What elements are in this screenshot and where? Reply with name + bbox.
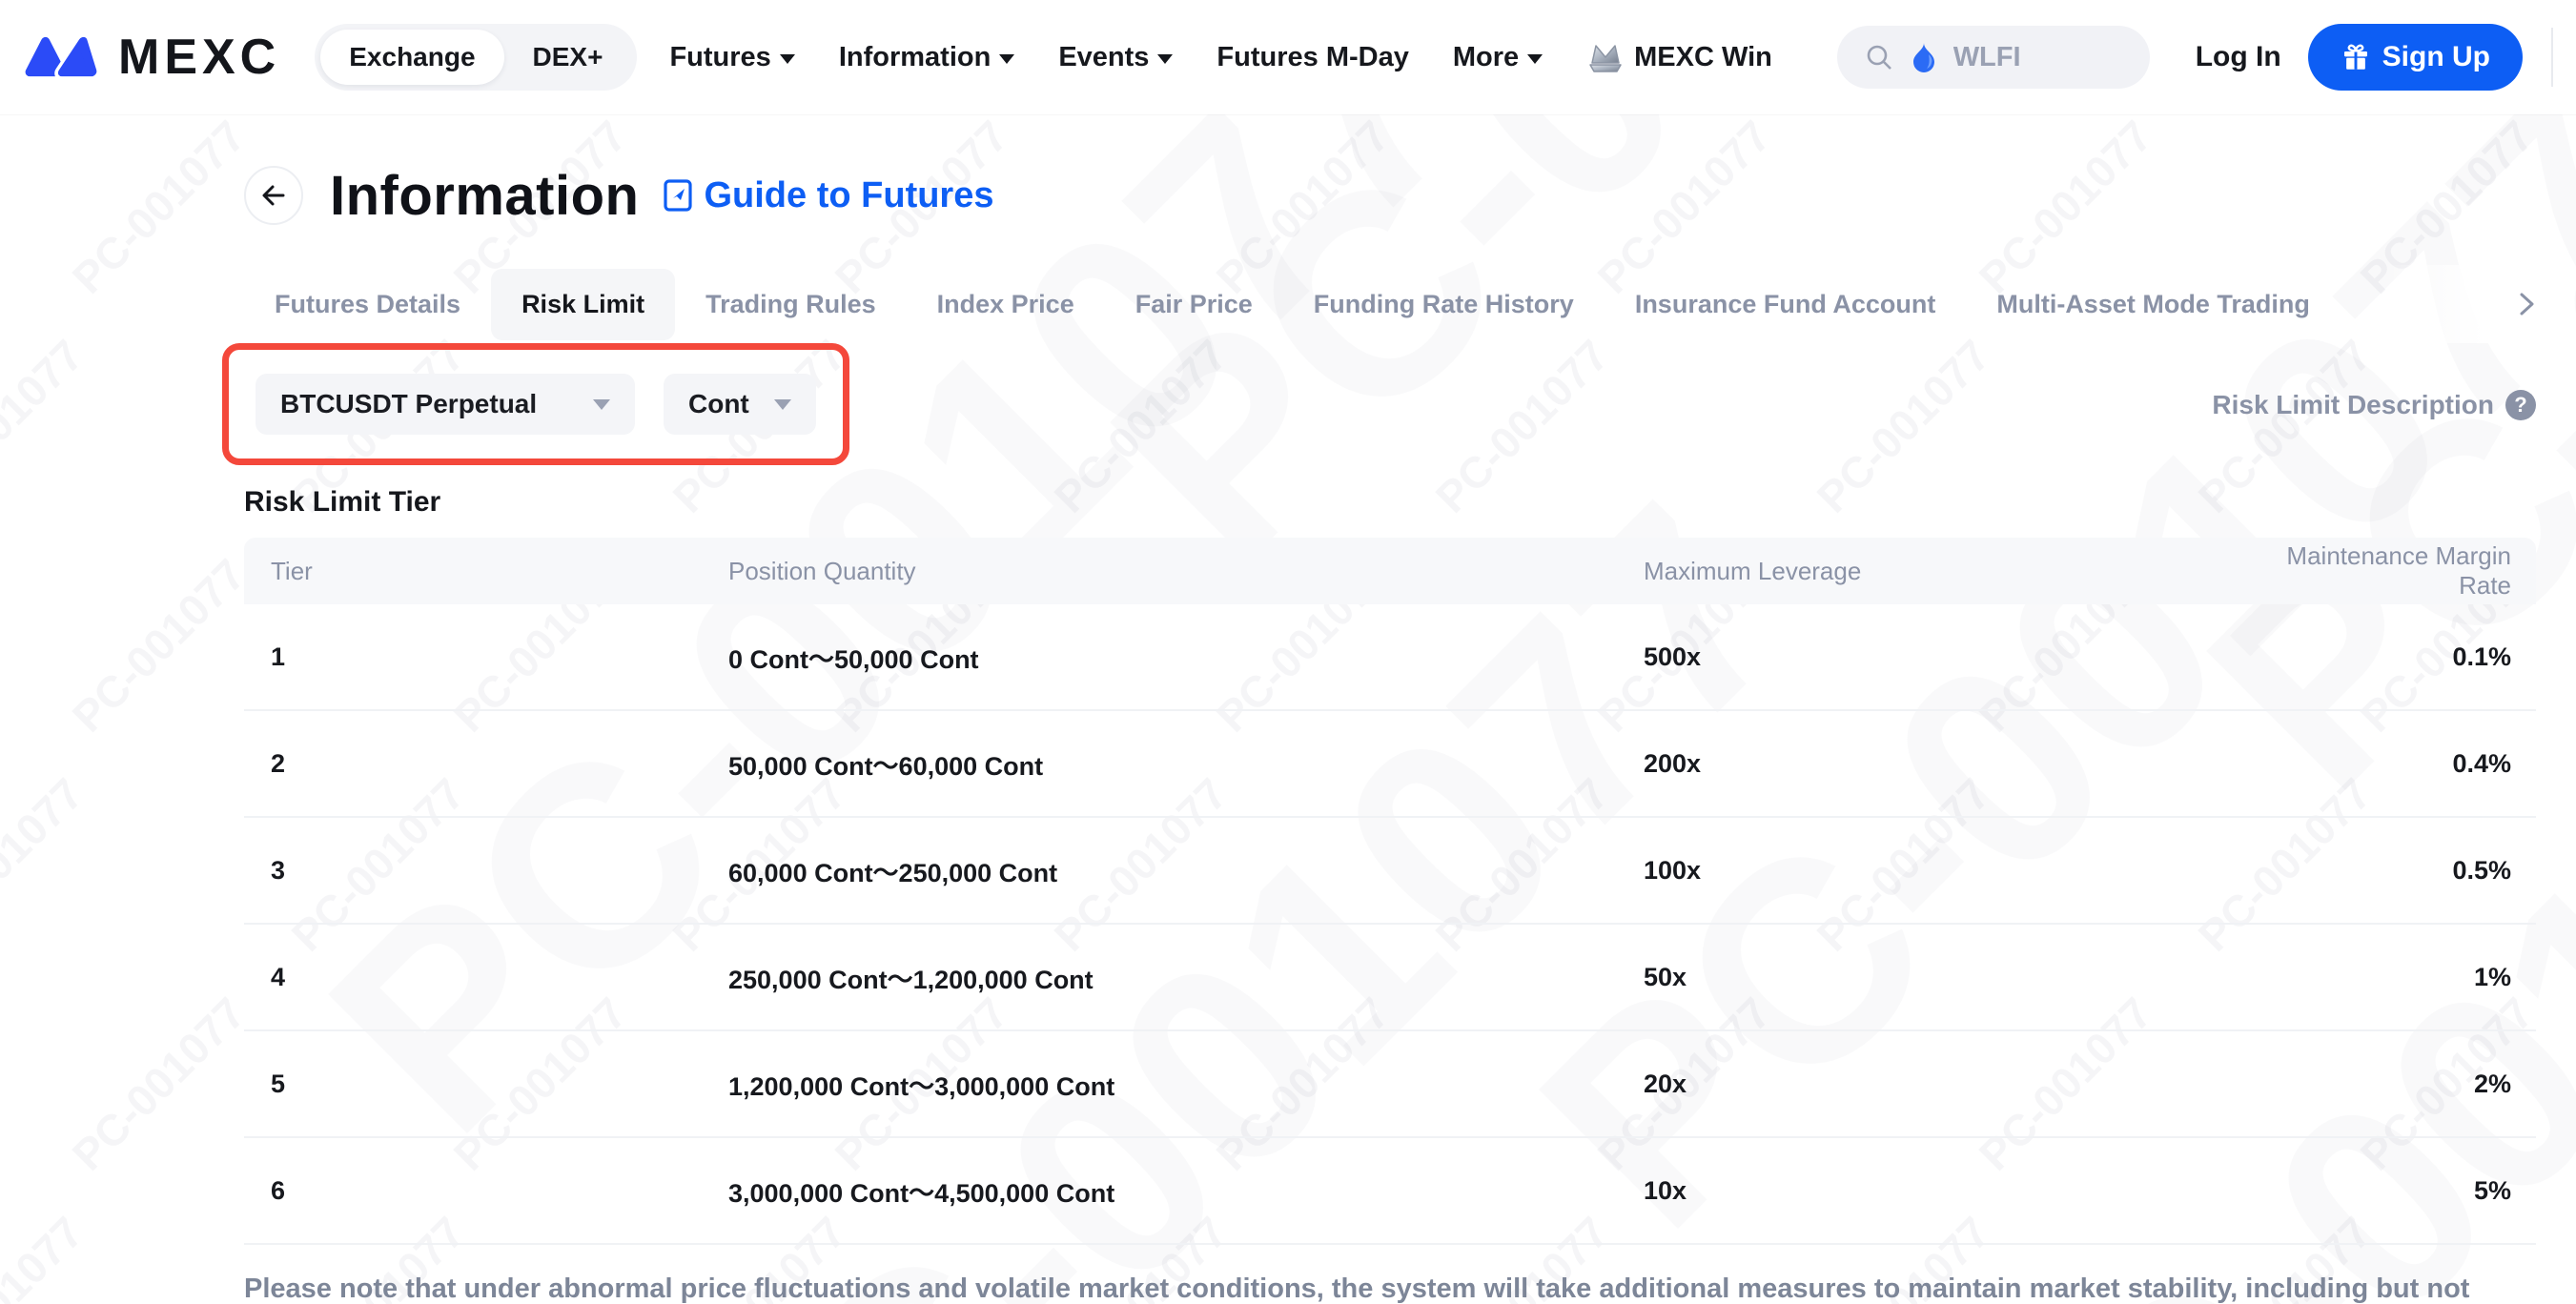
market-stability-note: Please note that under abnormal price fl… — [244, 1273, 2536, 1304]
gift-icon — [2341, 42, 2371, 72]
cell-position-quantity: 0 Cont～50,000 Cont — [728, 639, 1644, 676]
main-nav: Futures Information Events Futures M-Day… — [669, 38, 1771, 76]
cell-maximum-leverage: 10x — [1644, 1176, 2273, 1206]
nav-futures[interactable]: Futures — [669, 42, 794, 73]
cell-tier: 3 — [271, 856, 728, 886]
back-button[interactable] — [244, 166, 303, 225]
column-header-tier: Tier — [271, 557, 728, 586]
mexc-win-badge-icon — [1586, 38, 1625, 76]
nav-information[interactable]: Information — [839, 42, 1015, 73]
column-header-maximum-leverage: Maximum Leverage — [1644, 557, 2273, 586]
table-header-row: Tier Position Quantity Maximum Leverage … — [244, 538, 2536, 604]
chevron-down-icon — [1527, 54, 1543, 64]
page-title: Information — [330, 164, 639, 228]
tabs-scroll-right-chevron-icon[interactable] — [2513, 291, 2540, 317]
risk-limit-description-link[interactable]: Risk Limit Description ? — [2212, 390, 2536, 420]
cell-position-quantity: 50,000 Cont～60,000 Cont — [728, 745, 1644, 783]
cell-maximum-leverage: 500x — [1644, 642, 2273, 672]
risk-limit-table: Tier Position Quantity Maximum Leverage … — [244, 538, 2536, 1245]
cell-maintenance-margin-rate: 0.4% — [2273, 749, 2511, 779]
table-row: 1 0 Cont～50,000 Cont 500x 0.1% — [244, 604, 2536, 711]
cell-maximum-leverage: 100x — [1644, 856, 2273, 886]
table-row: 2 50,000 Cont～60,000 Cont 200x 0.4% — [244, 711, 2536, 818]
cell-maintenance-margin-rate: 1% — [2273, 963, 2511, 992]
page-title-row: Information Guide to Futures — [244, 153, 2536, 238]
cell-maintenance-margin-rate: 0.1% — [2273, 642, 2511, 672]
tab-funding-rate-history[interactable]: Funding Rate History — [1283, 269, 1605, 340]
table-row: 4 250,000 Cont～1,200,000 Cont 50x 1% — [244, 925, 2536, 1031]
cell-maximum-leverage: 200x — [1644, 749, 2273, 779]
cell-tier: 6 — [271, 1176, 728, 1206]
highlight-annotation-box: BTCUSDT Perpetual Cont — [222, 343, 849, 465]
tab-multi-asset-mode-trading[interactable]: Multi-Asset Mode Trading — [1966, 269, 2341, 340]
help-question-icon[interactable]: ? — [2505, 390, 2536, 420]
cell-tier: 5 — [271, 1070, 728, 1099]
chevron-down-icon — [780, 54, 795, 64]
guide-to-futures-link[interactable]: Guide to Futures — [660, 175, 993, 216]
contract-selector-band: BTCUSDT Perpetual Cont Risk Limit Descri… — [244, 343, 2536, 467]
mexc-logo-text: MEXC — [118, 29, 280, 86]
chevron-down-icon — [774, 399, 791, 410]
tab-trading-rules[interactable]: Trading Rules — [675, 269, 907, 340]
chevron-down-icon — [1157, 54, 1173, 64]
chevron-down-icon — [593, 399, 610, 410]
mexc-logo[interactable]: MEXC — [21, 28, 280, 87]
nav-mexc-win[interactable]: MEXC Win — [1586, 38, 1772, 76]
section-title: Risk Limit Tier — [244, 486, 2536, 519]
nav-more[interactable]: More — [1453, 42, 1543, 73]
cell-maximum-leverage: 20x — [1644, 1070, 2273, 1099]
tab-futures-details[interactable]: Futures Details — [244, 269, 491, 340]
cell-position-quantity: 250,000 Cont～1,200,000 Cont — [728, 959, 1644, 996]
contract-select[interactable]: BTCUSDT Perpetual — [256, 374, 635, 435]
cell-maintenance-margin-rate: 5% — [2273, 1176, 2511, 1206]
login-button[interactable]: Log In — [2196, 41, 2281, 73]
cell-maintenance-margin-rate: 2% — [2273, 1070, 2511, 1099]
toggle-exchange[interactable]: Exchange — [320, 30, 503, 85]
column-header-maintenance-margin-rate: Maintenance Margin Rate — [2273, 541, 2511, 601]
cell-position-quantity: 1,200,000 Cont～3,000,000 Cont — [728, 1066, 1644, 1103]
tab-index-price[interactable]: Index Price — [907, 269, 1105, 340]
table-row: 3 60,000 Cont～250,000 Cont 100x 0.5% — [244, 818, 2536, 925]
cell-maintenance-margin-rate: 0.5% — [2273, 856, 2511, 886]
column-header-position-quantity: Position Quantity — [728, 557, 1644, 586]
cell-tier: 1 — [271, 642, 728, 672]
search-input[interactable] — [1953, 42, 2096, 73]
nav-events[interactable]: Events — [1058, 42, 1173, 73]
chevron-down-icon — [999, 54, 1014, 64]
unit-select[interactable]: Cont — [664, 374, 816, 435]
search-box[interactable] — [1837, 26, 2150, 89]
information-tabs: Futures Details Risk Limit Trading Rules… — [244, 265, 2536, 343]
cell-tier: 4 — [271, 963, 728, 992]
exchange-dex-toggle: Exchange DEX+ — [315, 24, 637, 91]
tab-insurance-fund-account[interactable]: Insurance Fund Account — [1605, 269, 1967, 340]
arrow-left-icon — [259, 181, 288, 210]
nav-futures-mday[interactable]: Futures M-Day — [1216, 42, 1408, 73]
top-navigation-bar: MEXC Exchange DEX+ Futures Information E… — [0, 0, 2576, 114]
table-row: 5 1,200,000 Cont～3,000,000 Cont 20x 2% — [244, 1031, 2536, 1138]
tabs-fade-overlay — [2385, 265, 2509, 343]
signup-button[interactable]: Sign Up — [2308, 24, 2523, 91]
tab-fair-price[interactable]: Fair Price — [1105, 269, 1283, 340]
table-row: 6 3,000,000 Cont～4,500,000 Cont 10x 5% — [244, 1138, 2536, 1245]
search-icon — [1864, 42, 1894, 72]
guide-book-icon — [660, 177, 696, 214]
cell-position-quantity: 3,000,000 Cont～4,500,000 Cont — [728, 1172, 1644, 1210]
trending-flame-icon — [1910, 41, 1938, 73]
cell-maximum-leverage: 50x — [1644, 963, 2273, 992]
mexc-logo-icon — [21, 28, 105, 87]
toggle-dex[interactable]: DEX+ — [504, 30, 632, 85]
header-divider — [2551, 28, 2553, 87]
tab-risk-limit[interactable]: Risk Limit — [491, 269, 675, 340]
cell-position-quantity: 60,000 Cont～250,000 Cont — [728, 852, 1644, 889]
cell-tier: 2 — [271, 749, 728, 779]
information-page: Information Guide to Futures Futures Det… — [0, 153, 2576, 1304]
